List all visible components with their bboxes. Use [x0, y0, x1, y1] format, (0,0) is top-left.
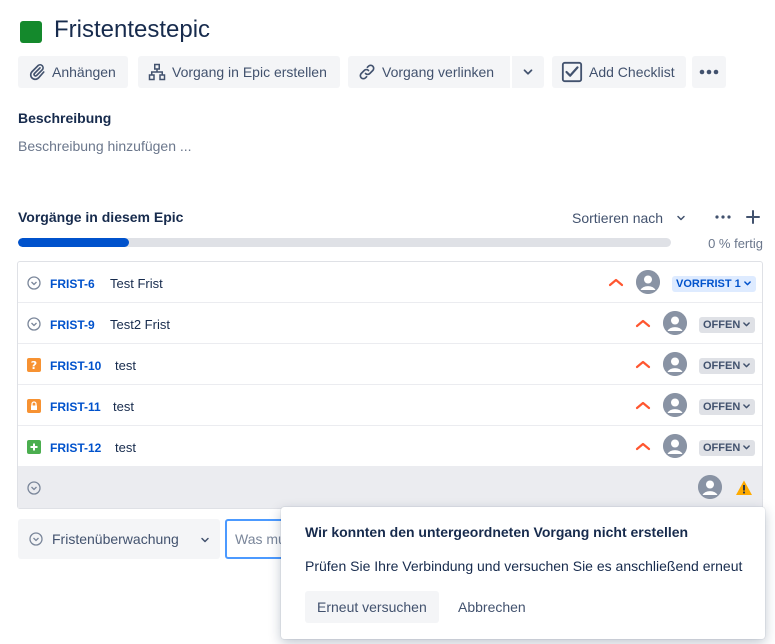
- more-icon: [715, 215, 731, 219]
- paperclip-icon: [29, 64, 45, 81]
- issue-summary: test: [113, 399, 134, 414]
- issue-summary: test: [115, 440, 136, 455]
- assignee-avatar[interactable]: [663, 311, 687, 335]
- priority-high-icon: [635, 439, 651, 453]
- chevron-down-icon: [740, 401, 751, 413]
- issue-row[interactable]: FRIST-12 test OFFEN: [18, 426, 762, 467]
- progress-bar-fill: [18, 238, 129, 247]
- error-popup: Wir konnten den untergeordneten Vorgang …: [281, 507, 765, 639]
- link-icon: [359, 64, 375, 80]
- chevron-down-icon: [740, 319, 751, 331]
- plus-icon: [746, 210, 760, 224]
- priority-high-icon: [635, 316, 651, 330]
- question-icon: ?: [27, 358, 41, 372]
- create-in-epic-button[interactable]: Vorgang in Epic erstellen: [138, 56, 340, 88]
- link-issue-label: Vorgang verlinken: [382, 64, 495, 80]
- error-title: Wir konnten den untergeordneten Vorgang …: [305, 524, 689, 540]
- attach-button[interactable]: Anhängen: [18, 56, 128, 88]
- issue-type-icon: [27, 317, 41, 331]
- issue-key-link[interactable]: FRIST-9: [50, 318, 95, 332]
- status-label: OFFEN: [703, 360, 741, 372]
- lock-icon: [27, 399, 41, 413]
- assignee-avatar[interactable]: [663, 352, 687, 376]
- status-dropdown[interactable]: OFFEN: [699, 440, 756, 456]
- issue-type-label: Fristenüberwachung: [52, 531, 179, 547]
- add-checklist-button[interactable]: Add Checklist: [552, 56, 686, 88]
- create-in-epic-label: Vorgang in Epic erstellen: [172, 64, 327, 80]
- assignee-avatar[interactable]: [636, 270, 660, 294]
- warning-icon[interactable]: [735, 479, 753, 497]
- cancel-button[interactable]: Abbrechen: [446, 591, 538, 623]
- assignee-avatar[interactable]: [663, 434, 687, 458]
- hierarchy-icon: [148, 63, 166, 81]
- status-label: OFFEN: [703, 319, 741, 331]
- more-actions-button[interactable]: [692, 56, 726, 88]
- chevron-down-icon: [740, 360, 751, 372]
- epic-issues-heading: Vorgänge in diesem Epic: [18, 209, 184, 225]
- checklist-icon: [561, 61, 583, 83]
- page-title[interactable]: Fristentestepic: [54, 16, 210, 44]
- priority-high-icon: [635, 357, 651, 371]
- epic-color-icon: [20, 21, 42, 43]
- issue-type-select[interactable]: Fristenüberwachung: [18, 519, 220, 559]
- svg-text:?: ?: [31, 359, 37, 372]
- plus-icon: [27, 440, 41, 454]
- chevron-down-icon: [523, 69, 533, 75]
- error-message: Prüfen Sie Ihre Verbindung und versuchen…: [305, 558, 743, 574]
- description-placeholder[interactable]: Beschreibung hinzufügen ...: [18, 138, 192, 154]
- link-issue-dropdown-button[interactable]: [512, 56, 544, 88]
- priority-high-icon: [635, 398, 651, 412]
- assignee-avatar[interactable]: [663, 393, 687, 417]
- issue-type-icon: [27, 481, 41, 495]
- issue-row[interactable]: ? FRIST-10 test OFFEN: [18, 344, 762, 385]
- sort-label: Sortieren nach: [572, 210, 664, 226]
- progress-bar: [18, 238, 671, 247]
- chevron-down-icon: [677, 215, 685, 221]
- issues-more-button[interactable]: [712, 209, 734, 225]
- sort-dropdown[interactable]: Sortieren nach: [572, 210, 687, 226]
- progress-text: 0 % fertig: [708, 236, 763, 251]
- status-dropdown[interactable]: OFFEN: [699, 358, 756, 374]
- issue-row[interactable]: FRIST-11 test OFFEN: [18, 385, 762, 426]
- issue-row[interactable]: FRIST-9 Test2 Frist OFFEN: [18, 303, 762, 344]
- issue-key-link[interactable]: FRIST-6: [50, 277, 95, 291]
- issue-list: FRIST-6 Test Frist VORFRIST 1 FRIST-9 Test2 …: [17, 261, 763, 509]
- status-dropdown[interactable]: OFFEN: [699, 317, 756, 333]
- chevron-down-icon: [741, 278, 752, 290]
- issue-key-link[interactable]: FRIST-10: [50, 359, 101, 373]
- issue-type-icon: [27, 276, 41, 290]
- status-label: VORFRIST 1: [676, 278, 741, 290]
- issue-row[interactable]: FRIST-6 Test Frist VORFRIST 1: [18, 262, 762, 303]
- status-dropdown[interactable]: VORFRIST 1: [672, 276, 756, 292]
- add-issue-button[interactable]: [744, 208, 762, 226]
- issue-summary: Test Frist: [110, 276, 163, 291]
- chevron-down-icon: [201, 537, 209, 543]
- issue-summary: test: [115, 358, 136, 373]
- chevron-down-icon: [740, 442, 751, 454]
- link-issue-button[interactable]: Vorgang verlinken: [348, 56, 510, 88]
- status-label: OFFEN: [703, 442, 741, 454]
- issue-type-icon: [29, 532, 43, 546]
- retry-button[interactable]: Erneut versuchen: [305, 591, 439, 623]
- more-icon: [699, 69, 719, 75]
- attach-label: Anhängen: [52, 64, 116, 80]
- issue-summary: Test2 Frist: [110, 317, 170, 332]
- assignee-avatar: [698, 475, 722, 499]
- issue-key-link[interactable]: FRIST-12: [50, 441, 101, 455]
- pending-issue-row: [18, 467, 762, 508]
- status-label: OFFEN: [703, 401, 741, 413]
- description-heading: Beschreibung: [18, 110, 112, 126]
- add-checklist-label: Add Checklist: [589, 64, 675, 80]
- priority-high-icon: [608, 275, 624, 289]
- status-dropdown[interactable]: OFFEN: [699, 399, 756, 415]
- issue-key-link[interactable]: FRIST-11: [50, 400, 101, 414]
